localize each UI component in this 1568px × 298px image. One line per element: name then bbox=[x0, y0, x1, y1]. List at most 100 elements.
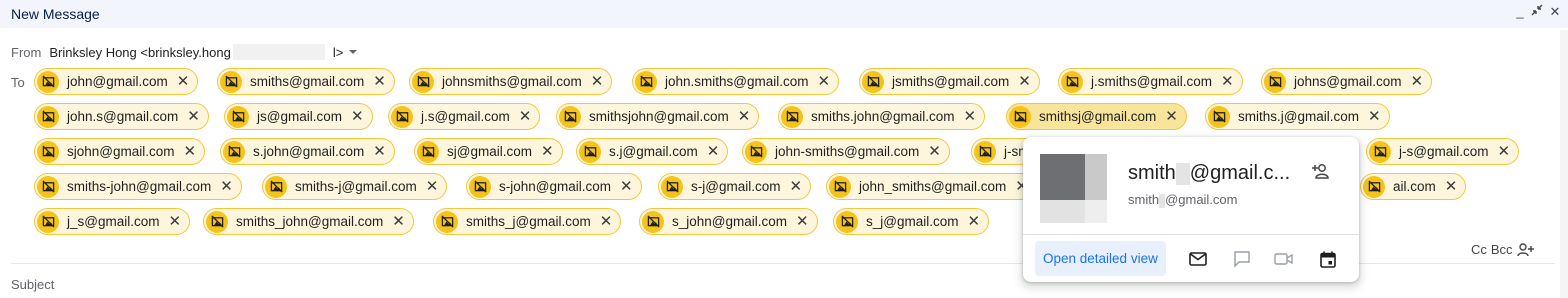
remove-recipient-icon[interactable]: ✕ bbox=[789, 179, 802, 194]
remove-recipient-icon[interactable]: ✕ bbox=[184, 144, 197, 159]
recipient-chip[interactable]: smiths.j@gmail.com ✕ bbox=[1205, 103, 1390, 130]
recipient-chip[interactable]: js@gmail.com ✕ bbox=[224, 103, 373, 130]
recipient-chip[interactable]: j.s@gmail.com ✕ bbox=[388, 103, 541, 130]
recipient-chip[interactable]: john_smiths@gmail.com ✕ bbox=[826, 173, 1037, 200]
remove-recipient-icon[interactable]: ✕ bbox=[967, 214, 980, 229]
recipient-chip[interactable]: johnsmiths@gmail.com ✕ bbox=[409, 68, 613, 95]
open-detailed-view-button[interactable]: Open detailed view bbox=[1035, 241, 1166, 276]
exit-fullscreen-icon[interactable] bbox=[1530, 4, 1544, 19]
recipient-chip[interactable]: smiths-j@gmail.com ✕ bbox=[262, 173, 448, 200]
recipient-chip[interactable]: j.smiths@gmail.com ✕ bbox=[1058, 68, 1243, 95]
remove-recipient-icon[interactable]: ✕ bbox=[1445, 179, 1458, 194]
mail-icon[interactable] bbox=[1187, 248, 1209, 270]
video-call-icon[interactable] bbox=[1273, 248, 1295, 270]
remove-recipient-icon[interactable]: ✕ bbox=[738, 109, 751, 124]
remove-recipient-icon[interactable]: ✕ bbox=[928, 144, 941, 159]
no-photo-avatar-icon bbox=[1264, 70, 1286, 93]
remove-recipient-icon[interactable]: ✕ bbox=[1165, 109, 1178, 124]
remove-recipient-icon[interactable]: ✕ bbox=[1018, 74, 1031, 89]
recipient-chip[interactable]: smiths_john@gmail.com ✕ bbox=[203, 208, 414, 235]
compose-title-bar: New Message _ ✕ bbox=[0, 0, 1568, 28]
remove-recipient-icon[interactable]: ✕ bbox=[620, 179, 633, 194]
remove-recipient-icon[interactable]: ✕ bbox=[519, 109, 532, 124]
recipient-chip[interactable]: smithsjohn@gmail.com ✕ bbox=[556, 103, 760, 130]
remove-recipient-icon[interactable]: ✕ bbox=[392, 214, 405, 229]
recipient-email: s.john@gmail.com bbox=[253, 144, 365, 159]
recipient-chip[interactable]: sj@gmail.com ✕ bbox=[414, 138, 563, 165]
remove-recipient-icon[interactable]: ✕ bbox=[168, 214, 181, 229]
no-photo-avatar-icon bbox=[1009, 105, 1031, 128]
recipient-chip[interactable]: s_j@gmail.com ✕ bbox=[833, 208, 990, 235]
no-photo-avatar-icon bbox=[436, 210, 458, 233]
cc-bcc-controls: Cc Bcc bbox=[1471, 242, 1535, 257]
remove-recipient-icon[interactable]: ✕ bbox=[351, 109, 364, 124]
remove-recipient-icon[interactable]: ✕ bbox=[964, 109, 977, 124]
remove-recipient-icon[interactable]: ✕ bbox=[541, 144, 554, 159]
no-photo-avatar-icon bbox=[220, 70, 242, 93]
minimize-icon[interactable]: _ bbox=[1513, 4, 1527, 19]
chevron-down-icon[interactable] bbox=[349, 50, 358, 54]
remove-recipient-icon[interactable]: ✕ bbox=[796, 214, 809, 229]
add-recipients-icon[interactable] bbox=[1516, 242, 1535, 257]
recipient-chip[interactable]: s.j@gmail.com ✕ bbox=[576, 138, 729, 165]
remove-recipient-icon[interactable]: ✕ bbox=[1497, 144, 1510, 159]
remove-recipient-icon[interactable]: ✕ bbox=[177, 74, 190, 89]
recipient-chip[interactable]: john.smiths@gmail.com ✕ bbox=[632, 68, 840, 95]
recipient-chip[interactable]: smiths.john@gmail.com ✕ bbox=[778, 103, 986, 130]
recipient-chip[interactable]: smithsj@gmail.com ✕ bbox=[1006, 103, 1187, 130]
no-photo-avatar-icon bbox=[559, 105, 581, 128]
remove-recipient-icon[interactable]: ✕ bbox=[1221, 74, 1234, 89]
recipient-chip[interactable]: smiths-john@gmail.com ✕ bbox=[34, 173, 242, 200]
contact-email-end: @gmail.com bbox=[1165, 192, 1238, 207]
recipient-chip[interactable]: john@gmail.com ✕ bbox=[34, 68, 199, 95]
remove-recipient-icon[interactable]: ✕ bbox=[707, 144, 720, 159]
recipient-chip[interactable]: s.john@gmail.com ✕ bbox=[220, 138, 395, 165]
calendar-icon[interactable] bbox=[1317, 248, 1339, 270]
recipient-email: smiths.j@gmail.com bbox=[1238, 109, 1359, 124]
bcc-button[interactable]: Bcc bbox=[1491, 242, 1513, 257]
recipient-chip[interactable]: johns@gmail.com ✕ bbox=[1261, 68, 1433, 95]
recipient-chip[interactable]: jsmiths@gmail.com ✕ bbox=[859, 68, 1040, 95]
recipient-chip[interactable]: s-john@gmail.com ✕ bbox=[466, 173, 642, 200]
remove-recipient-icon[interactable]: ✕ bbox=[818, 74, 831, 89]
chat-icon[interactable] bbox=[1231, 248, 1253, 270]
from-field[interactable]: From Brinksley Hong <brinksley.hong l> bbox=[11, 44, 358, 60]
recipient-chip[interactable]: john-smiths@gmail.com ✕ bbox=[742, 138, 950, 165]
recipient-email: ail.com bbox=[1393, 179, 1436, 194]
close-icon[interactable]: ✕ bbox=[1548, 4, 1562, 20]
recipient-email: s_j@gmail.com bbox=[866, 214, 959, 229]
recipient-chip[interactable]: smiths@gmail.com ✕ bbox=[217, 68, 395, 95]
no-photo-avatar-icon bbox=[37, 70, 59, 93]
no-photo-avatar-icon bbox=[37, 140, 59, 163]
no-photo-avatar-icon bbox=[862, 70, 884, 93]
recipient-email: s.j@gmail.com bbox=[609, 144, 698, 159]
remove-recipient-icon[interactable]: ✕ bbox=[187, 109, 200, 124]
no-photo-avatar-icon bbox=[469, 175, 491, 198]
cc-button[interactable]: Cc bbox=[1471, 242, 1487, 257]
remove-recipient-icon[interactable]: ✕ bbox=[373, 144, 386, 159]
remove-recipient-icon[interactable]: ✕ bbox=[426, 179, 439, 194]
recipient-chip[interactable]: sjohn@gmail.com ✕ bbox=[34, 138, 206, 165]
remove-recipient-icon[interactable]: ✕ bbox=[1368, 109, 1381, 124]
recipient-email: john_smiths@gmail.com bbox=[859, 179, 1007, 194]
recipient-chip[interactable]: s-j@gmail.com ✕ bbox=[658, 173, 812, 200]
remove-recipient-icon[interactable]: ✕ bbox=[220, 179, 233, 194]
remove-recipient-icon[interactable]: ✕ bbox=[600, 214, 613, 229]
recipient-email: smiths.john@gmail.com bbox=[811, 109, 955, 124]
contact-photo bbox=[1040, 154, 1107, 223]
recipient-chip[interactable]: j_s@gmail.com ✕ bbox=[34, 208, 191, 235]
recipient-chip[interactable]: j-s@gmail.com ✕ bbox=[1366, 138, 1520, 165]
subject-input[interactable]: Subject bbox=[11, 277, 54, 292]
scrollbar[interactable] bbox=[1560, 30, 1568, 298]
recipient-chip[interactable]: john.s@gmail.com ✕ bbox=[34, 103, 209, 130]
recipient-email: s-john@gmail.com bbox=[499, 179, 611, 194]
add-contact-icon[interactable] bbox=[1311, 161, 1333, 183]
recipient-chip[interactable]: s_john@gmail.com ✕ bbox=[639, 208, 818, 235]
remove-recipient-icon[interactable]: ✕ bbox=[591, 74, 604, 89]
contact-name: smith @gmail.c... bbox=[1128, 162, 1290, 185]
recipient-chip[interactable]: ail.com ✕ bbox=[1360, 173, 1467, 200]
remove-recipient-icon[interactable]: ✕ bbox=[373, 74, 386, 89]
from-suffix: l> bbox=[332, 44, 344, 60]
remove-recipient-icon[interactable]: ✕ bbox=[1411, 74, 1424, 89]
recipient-chip[interactable]: smiths_j@gmail.com ✕ bbox=[433, 208, 622, 235]
